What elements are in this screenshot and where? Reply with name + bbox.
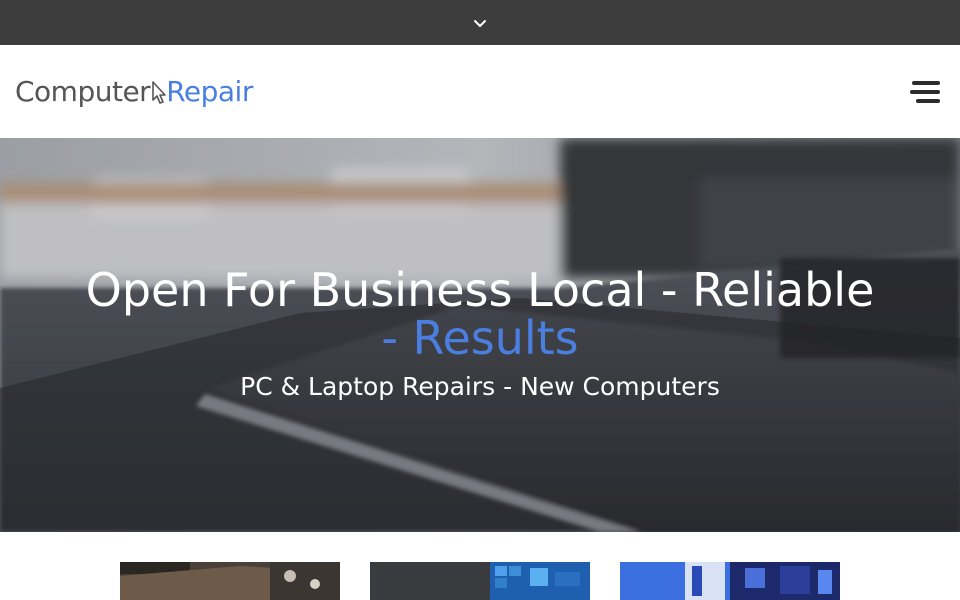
service-card-gaming-pc[interactable] bbox=[620, 562, 840, 600]
hero-title-accent: - Results bbox=[381, 311, 579, 365]
hero-title: Open For Business Local - Reliable - Res… bbox=[0, 266, 960, 362]
windows-desktop-photo bbox=[370, 562, 590, 600]
service-card-laptop[interactable] bbox=[120, 562, 340, 600]
hero-banner: Open For Business Local - Reliable - Res… bbox=[0, 138, 960, 532]
site-logo[interactable]: Computer Repair bbox=[15, 72, 253, 112]
top-bar bbox=[0, 0, 960, 45]
site-header: Computer Repair bbox=[0, 45, 960, 138]
cursor-arrow-icon bbox=[152, 80, 167, 104]
chevron-down-icon[interactable] bbox=[473, 18, 487, 28]
hero-subtitle: PC & Laptop Repairs - New Computers bbox=[240, 372, 720, 401]
hero-text: Open For Business Local - Reliable - Res… bbox=[0, 266, 960, 402]
hero-title-main: Open For Business Local - Reliable bbox=[85, 263, 875, 317]
logo-text-computer: Computer bbox=[15, 75, 151, 108]
hamburger-menu-icon[interactable] bbox=[910, 80, 940, 103]
gaming-pc-interior-photo bbox=[620, 562, 840, 600]
logo-text-repair: Repair bbox=[166, 75, 253, 108]
laptop-repair-photo bbox=[120, 562, 340, 600]
service-card-desktop[interactable] bbox=[370, 562, 590, 600]
service-cards bbox=[0, 532, 960, 600]
